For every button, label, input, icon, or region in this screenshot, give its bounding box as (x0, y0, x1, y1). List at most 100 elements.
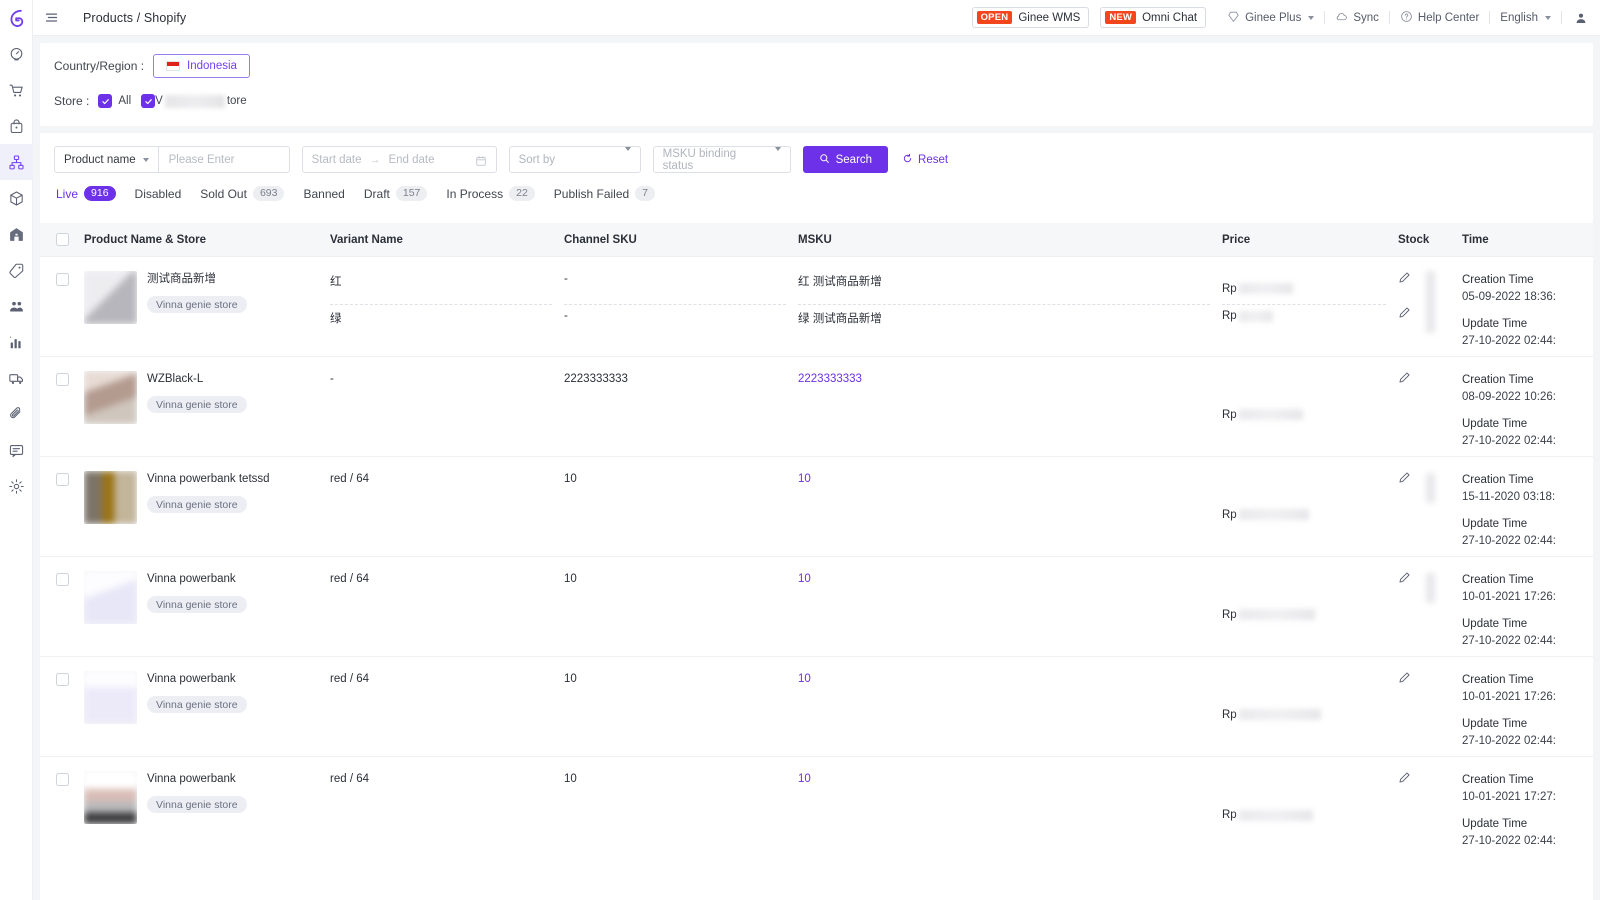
help-center-link[interactable]: Help Center (1390, 10, 1489, 26)
date-range-arrow: → (369, 153, 381, 166)
msku-link[interactable]: 10 (798, 557, 1222, 656)
product-name[interactable]: Vinna powerbank tetssd (147, 472, 270, 487)
product-name[interactable]: Vinna powerbank (147, 672, 247, 687)
msku-binding-status-select[interactable]: MSKU binding status (652, 146, 791, 173)
product-name[interactable]: 测试商品新增 (147, 272, 247, 287)
edit-stock-icon[interactable] (1398, 271, 1411, 284)
msku-link[interactable]: 10 (798, 657, 1222, 756)
row-checkbox[interactable] (55, 273, 69, 286)
row-checkbox[interactable] (55, 373, 69, 386)
product-name[interactable]: Vinna powerbank (147, 572, 247, 587)
tab-banned[interactable]: Banned (303, 187, 363, 210)
update-time-value: 27-10-2022 02:44: (1462, 335, 1556, 347)
tab-publish-failed[interactable]: Publish Failed 7 (554, 186, 674, 210)
sort-by-select[interactable]: Sort by (508, 146, 641, 173)
column-header-time: Time (1462, 233, 1489, 246)
edit-stock-icon[interactable] (1398, 371, 1411, 384)
sidebar-item-integrations[interactable] (0, 396, 33, 432)
update-time-value: 27-10-2022 02:44: (1462, 435, 1556, 447)
sidebar-item-chat[interactable] (0, 432, 33, 468)
language-selector[interactable]: English (1490, 12, 1561, 24)
country-selector[interactable]: Indonesia (153, 54, 250, 78)
sidebar-item-inventory[interactable] (0, 180, 33, 216)
msku-link[interactable]: 红 测试商品新增 (798, 273, 1222, 304)
select-all-checkbox[interactable] (55, 233, 69, 246)
store-badge: Vinna genie store (147, 496, 247, 513)
edit-stock-icon[interactable] (1398, 771, 1411, 784)
ginee-wms-button[interactable]: OPEN Ginee WMS (971, 7, 1090, 28)
sync-button[interactable]: Sync (1325, 10, 1389, 26)
store-item-checkbox[interactable] (141, 94, 156, 108)
diamond-icon (1227, 10, 1240, 26)
msku-binding-placeholder: MSKU binding status (662, 147, 737, 172)
product-name[interactable]: WZBlack-L (147, 372, 247, 387)
column-header-variant: Variant Name (330, 233, 403, 246)
row-checkbox[interactable] (55, 573, 69, 586)
msku-link[interactable]: 2223333333 (798, 357, 1222, 456)
sidebar-item-promotion[interactable] (0, 252, 33, 288)
sidebar-item-reports[interactable] (0, 324, 33, 360)
product-thumbnail (84, 771, 137, 824)
country-value: Indonesia (187, 60, 237, 72)
variant-name: 绿 (330, 313, 342, 325)
product-name[interactable]: Vinna powerbank (147, 772, 247, 787)
reset-button[interactable]: Reset (902, 153, 948, 167)
edit-stock-icon[interactable] (1398, 306, 1411, 319)
tab-disabled[interactable]: Disabled (135, 187, 201, 210)
row-checkbox[interactable] (55, 673, 69, 686)
variant-name: - (330, 373, 334, 385)
msku-link[interactable]: 10 (798, 457, 1222, 556)
variant-name: red / 64 (330, 673, 369, 685)
column-header-product: Product Name & Store (84, 233, 207, 246)
sidebar-item-shipping[interactable] (0, 360, 33, 396)
search-input[interactable] (158, 147, 289, 172)
variant-name: 红 (330, 276, 342, 288)
sidebar-item-customers[interactable] (0, 288, 33, 324)
sidebar-item-warehouse[interactable] (0, 216, 33, 252)
update-time-label: Update Time (1462, 318, 1528, 330)
omni-chat-label: Omni Chat (1142, 11, 1198, 24)
edit-stock-icon[interactable] (1398, 671, 1411, 684)
sidebar-item-products[interactable] (0, 144, 33, 180)
sidebar-item-settings[interactable] (0, 468, 33, 504)
tab-draft[interactable]: Draft 157 (364, 186, 447, 210)
search-button-label: Search (835, 153, 873, 166)
update-time-value: 27-10-2022 02:44: (1462, 835, 1556, 847)
table-row: Vinna powerbank Vinna genie store red / … (40, 757, 1593, 857)
sidebar-item-dashboard[interactable] (0, 36, 33, 72)
msku-link[interactable]: 10 (798, 757, 1222, 857)
tab-sold-out-label: Sold Out (200, 186, 247, 201)
breadcrumb: Products / Shopify (83, 10, 187, 25)
ginee-logo (0, 0, 33, 36)
tab-sold-out[interactable]: Sold Out 693 (200, 186, 303, 210)
channel-sku: 10 (564, 473, 577, 485)
msku-link[interactable]: 绿 测试商品新增 (798, 305, 1222, 326)
row-checkbox[interactable] (55, 473, 69, 486)
sidebar-item-orders[interactable] (0, 72, 33, 108)
hamburger-icon[interactable] (41, 8, 61, 28)
avatar[interactable] (1562, 11, 1588, 25)
store-badge: Vinna genie store (147, 396, 247, 413)
tab-in-process[interactable]: In Process 22 (446, 186, 553, 210)
creation-time-value: 08-09-2022 10:26: (1462, 391, 1556, 403)
creation-time-label: Creation Time (1462, 274, 1534, 286)
price-value: Rp (1222, 273, 1398, 304)
column-header-channel-sku: Channel SKU (564, 233, 637, 246)
search-button[interactable]: Search (802, 146, 889, 173)
tab-live[interactable]: Live 916 (54, 186, 135, 210)
product-thumbnail (84, 671, 137, 724)
search-field-selector[interactable]: Product name (55, 147, 159, 172)
update-time-label: Update Time (1462, 418, 1528, 430)
date-range-picker[interactable]: Start date → End date (301, 146, 497, 173)
sidebar-item-purchase[interactable] (0, 108, 33, 144)
store-all-checkbox[interactable] (98, 94, 113, 108)
new-tag: NEW (1105, 11, 1137, 24)
ginee-plus-menu[interactable]: Ginee Plus (1217, 10, 1324, 26)
edit-stock-icon[interactable] (1398, 571, 1411, 584)
row-checkbox[interactable] (55, 773, 69, 786)
edit-stock-icon[interactable] (1398, 471, 1411, 484)
price-value: Rp (1222, 357, 1398, 456)
store-badge: Vinna genie store (147, 296, 247, 313)
omni-chat-button[interactable]: NEW Omni Chat (1100, 7, 1207, 28)
tab-live-count: 916 (84, 186, 116, 201)
